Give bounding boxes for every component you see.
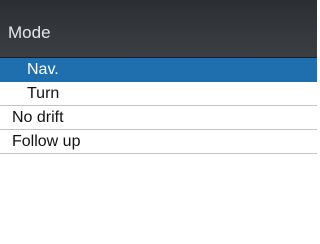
menu-item-label: Follow up: [12, 133, 81, 150]
menu-item-label: No drift: [12, 109, 64, 126]
menu-item-follow-up[interactable]: Follow up: [0, 130, 317, 154]
menu-item-no-drift[interactable]: No drift: [0, 106, 317, 130]
menu-item-label: Turn: [27, 85, 60, 102]
mode-dialog: Mode Nav. Turn No drift Follow up: [0, 0, 317, 244]
dialog-title: Mode: [8, 23, 51, 42]
menu-item-label: Nav.: [27, 61, 59, 78]
menu-item-turn[interactable]: Turn: [0, 82, 317, 106]
title-bar: Mode: [0, 0, 317, 58]
mode-menu-list: Nav. Turn No drift Follow up: [0, 58, 317, 154]
menu-item-nav[interactable]: Nav.: [0, 58, 317, 82]
